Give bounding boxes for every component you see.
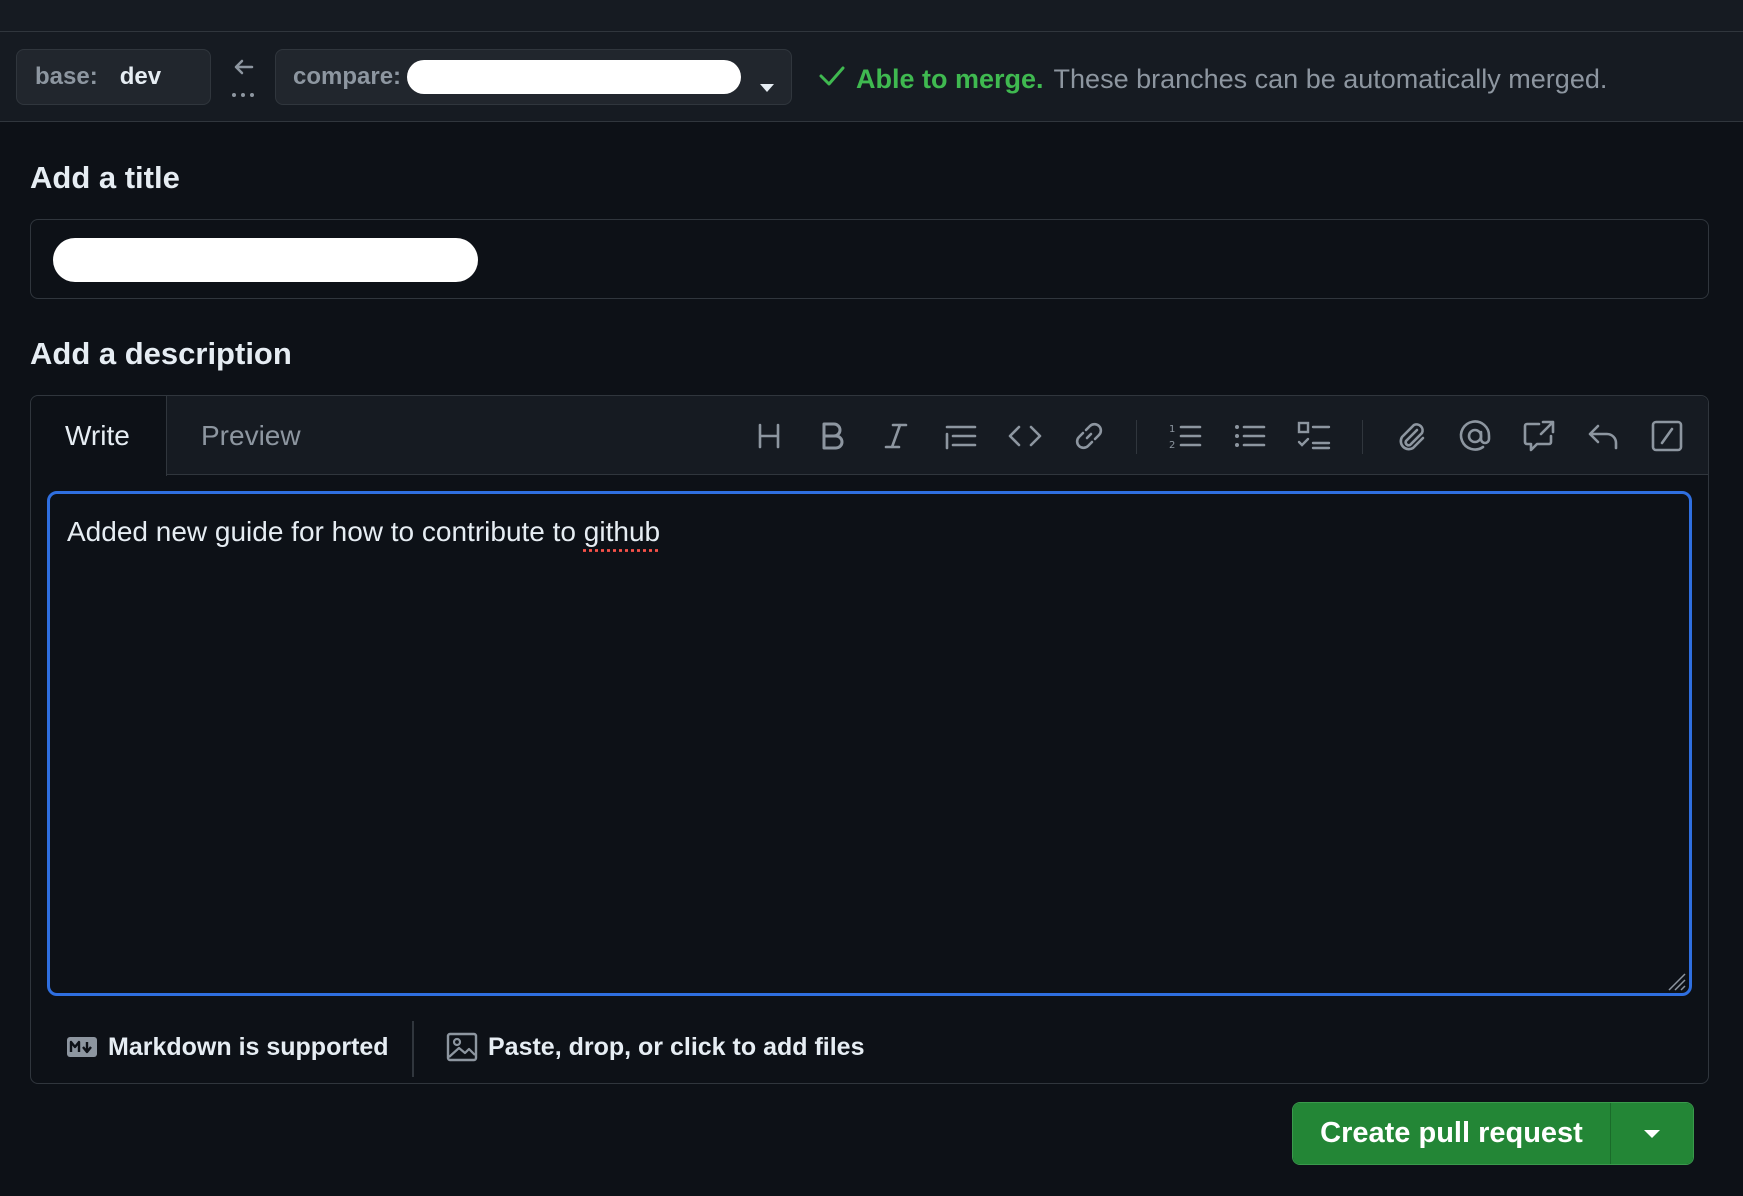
code-icon[interactable] bbox=[1007, 418, 1043, 454]
base-branch-button[interactable]: base: dev bbox=[16, 49, 211, 105]
markdown-link[interactable]: Markdown is supported bbox=[66, 1027, 389, 1067]
toolbar-divider bbox=[1136, 420, 1137, 454]
unordered-list-icon[interactable] bbox=[1232, 418, 1268, 454]
reply-icon[interactable] bbox=[1585, 418, 1621, 454]
resize-handle-icon[interactable] bbox=[1663, 967, 1687, 991]
title-input[interactable] bbox=[30, 219, 1709, 299]
editor-footer: Markdown is supported Paste, drop, or cl… bbox=[31, 1011, 1708, 1083]
merge-ok-text: Able to merge. bbox=[856, 63, 1044, 94]
footer-divider bbox=[412, 1021, 414, 1077]
heading-icon[interactable] bbox=[751, 418, 787, 454]
markdown-icon bbox=[67, 1037, 97, 1057]
slash-commands-icon[interactable] bbox=[1649, 418, 1685, 454]
description-text: Added new guide for how to contribute to bbox=[67, 516, 584, 547]
toolbar-divider bbox=[1362, 420, 1363, 454]
image-icon bbox=[446, 1032, 478, 1062]
create-pull-request-group: Create pull request bbox=[1292, 1102, 1694, 1165]
description-label: Add a description bbox=[30, 336, 292, 371]
task-list-icon[interactable] bbox=[1296, 418, 1332, 454]
title-label: Add a title bbox=[30, 160, 180, 195]
add-files-button[interactable]: Paste, drop, or click to add files bbox=[446, 1027, 865, 1067]
tab-write[interactable]: Write bbox=[31, 396, 167, 476]
merge-status: Able to merge. These branches can be aut… bbox=[818, 61, 1607, 97]
description-textarea[interactable]: Added new guide for how to contribute to… bbox=[47, 491, 1692, 996]
base-label: base: bbox=[35, 63, 98, 90]
base-branch-name: dev bbox=[119, 63, 162, 90]
chevron-down-icon bbox=[1644, 1129, 1660, 1138]
quote-icon[interactable] bbox=[943, 418, 979, 454]
compare-branch-button[interactable]: compare: bbox=[275, 49, 792, 105]
branch-range-bar: base: dev compare: Able to merge. These … bbox=[0, 32, 1743, 122]
bold-icon[interactable] bbox=[814, 418, 850, 454]
compare-label: compare: bbox=[293, 63, 402, 90]
create-options-dropdown[interactable] bbox=[1611, 1103, 1693, 1164]
ordered-list-icon[interactable]: 12 bbox=[1167, 418, 1203, 454]
svg-text:1: 1 bbox=[1169, 424, 1175, 435]
redacted-title-text bbox=[53, 238, 478, 282]
markdown-text: Markdown is supported bbox=[108, 1032, 389, 1061]
top-strip bbox=[0, 0, 1743, 32]
mention-icon[interactable] bbox=[1457, 418, 1493, 454]
tab-preview[interactable]: Preview bbox=[167, 396, 335, 476]
link-icon[interactable] bbox=[1071, 418, 1107, 454]
attach-icon[interactable] bbox=[1393, 418, 1429, 454]
misspelled-word: github bbox=[583, 516, 661, 547]
svg-text:2: 2 bbox=[1169, 440, 1175, 451]
description-editor: Write Preview 12 Added new guide for how… bbox=[30, 395, 1709, 1084]
create-pull-request-button[interactable]: Create pull request bbox=[1293, 1103, 1611, 1164]
add-files-text: Paste, drop, or click to add files bbox=[488, 1032, 865, 1061]
swap-branches-icon[interactable] bbox=[228, 57, 258, 103]
chevron-down-icon bbox=[759, 72, 775, 100]
italic-icon[interactable] bbox=[878, 418, 914, 454]
check-icon bbox=[818, 64, 846, 95]
merge-message: These branches can be automatically merg… bbox=[1053, 63, 1608, 94]
cross-reference-icon[interactable] bbox=[1521, 418, 1557, 454]
redacted-branch-name bbox=[407, 60, 742, 94]
editor-header: Write Preview 12 bbox=[31, 396, 1708, 476]
